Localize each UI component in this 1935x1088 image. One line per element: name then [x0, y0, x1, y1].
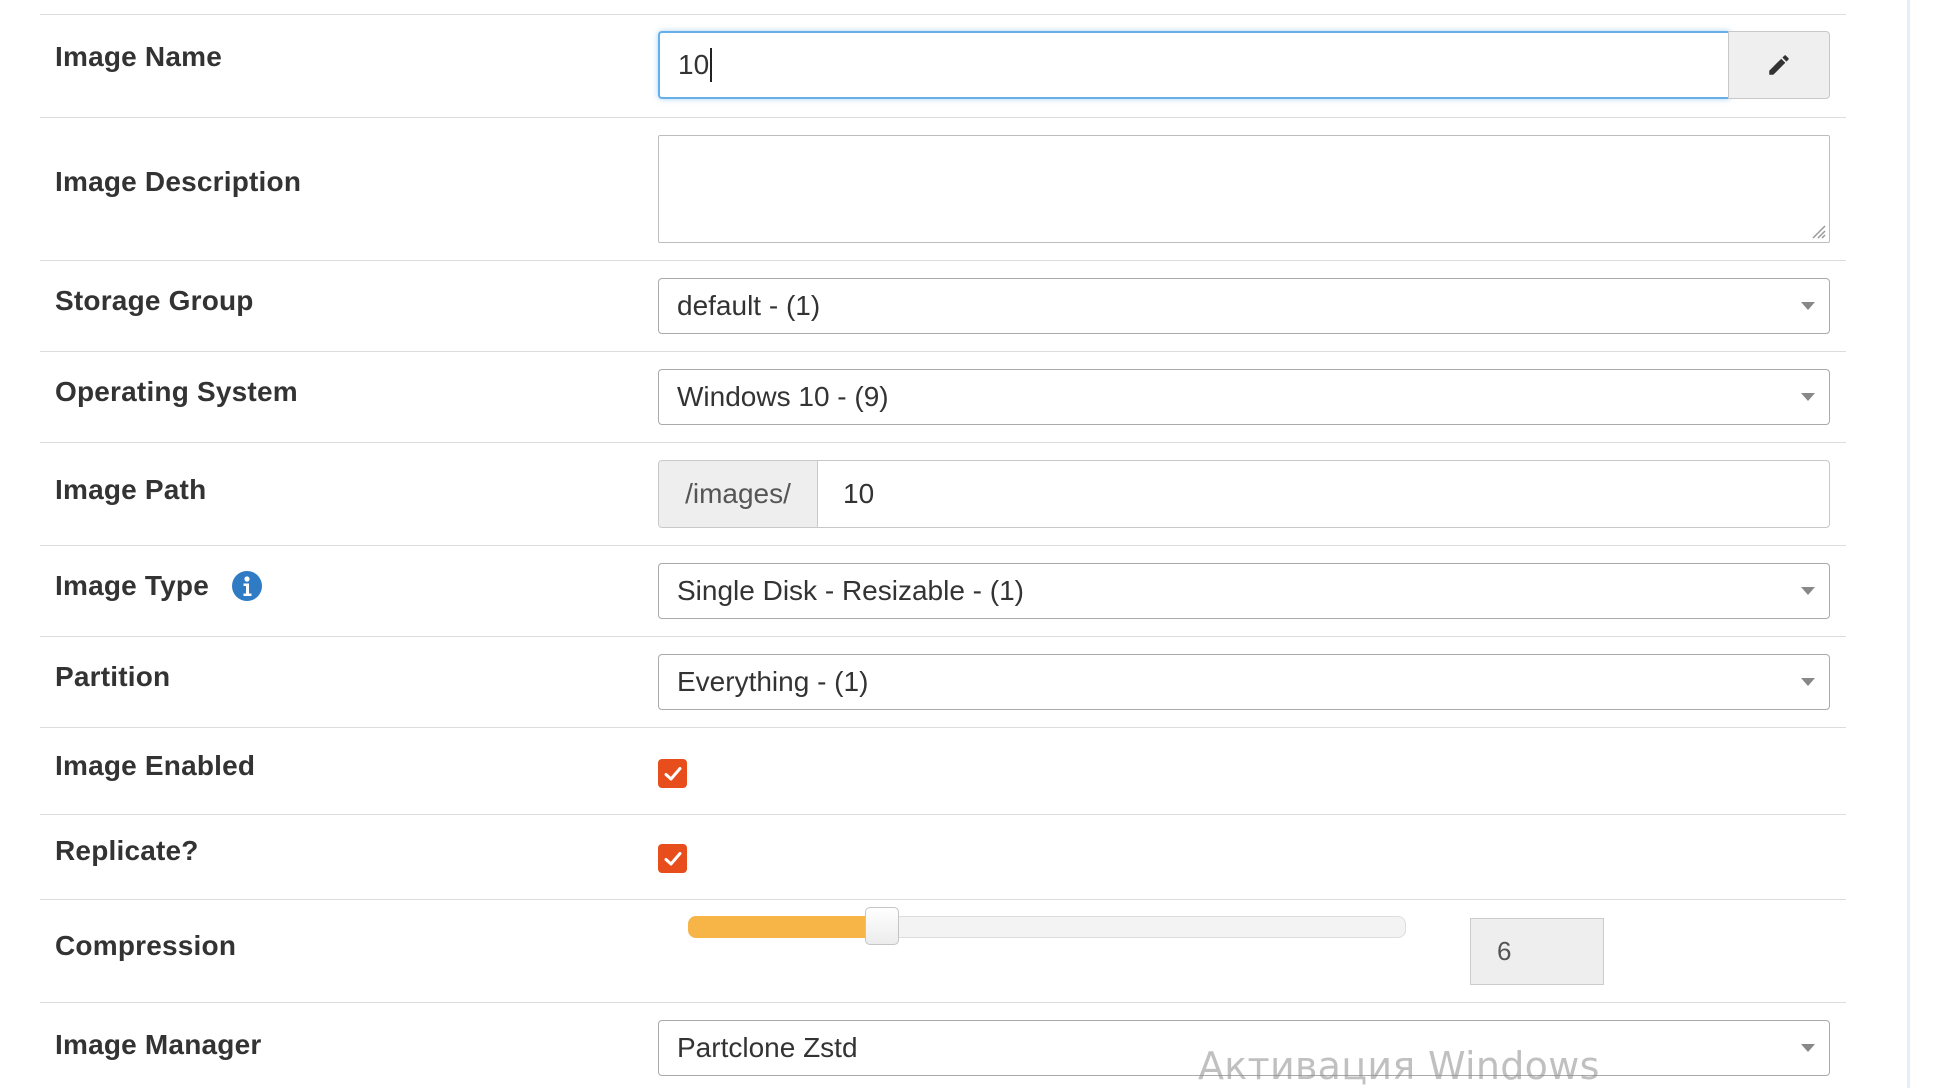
replicate-label: Replicate?: [55, 835, 199, 866]
image-name-value: 10: [678, 49, 710, 80]
image-path-group: /images/ 10: [658, 460, 1830, 528]
compression-slider-handle[interactable]: [865, 907, 899, 945]
image-name-group: 10: [658, 31, 1830, 99]
compression-slider-fill: [688, 916, 881, 938]
image-type-label-wrap: Image Type: [55, 570, 263, 602]
image-description-label: Image Description: [55, 166, 302, 197]
compression-value-field[interactable]: 6: [1470, 918, 1604, 985]
storage-group-label: Storage Group: [55, 285, 254, 316]
image-name-label: Image Name: [55, 41, 222, 72]
row-compression: Compression 6: [40, 900, 1846, 1003]
pencil-icon: [1769, 55, 1789, 75]
right-border: [1907, 0, 1910, 1088]
checkmark-icon: [664, 766, 681, 780]
operating-system-selected: Windows 10 - (9): [677, 381, 889, 412]
operating-system-select[interactable]: Windows 10 - (9): [658, 369, 1830, 425]
partition-label: Partition: [55, 661, 171, 692]
image-type-label: Image Type: [55, 570, 209, 601]
row-image-type: Image Type Single Disk - Resizable - (1): [40, 546, 1846, 637]
row-image-enabled: Image Enabled: [40, 728, 1846, 815]
dropdown-arrow-icon: [1801, 1044, 1815, 1052]
image-description-textarea[interactable]: [658, 135, 1830, 243]
partition-selected: Everything - (1): [677, 666, 869, 697]
resize-grip-icon[interactable]: [1808, 221, 1826, 239]
image-enabled-label: Image Enabled: [55, 750, 256, 781]
row-replicate: Replicate?: [40, 815, 1846, 900]
compression-slider[interactable]: [688, 907, 1406, 945]
row-operating-system: Operating System Windows 10 - (9): [40, 352, 1846, 443]
text-caret: [710, 48, 713, 82]
image-path-input[interactable]: 10: [818, 461, 1829, 527]
storage-group-select[interactable]: default - (1): [658, 278, 1830, 334]
checkmark-icon: [664, 851, 681, 865]
image-type-select[interactable]: Single Disk - Resizable - (1): [658, 563, 1830, 619]
dropdown-arrow-icon: [1801, 678, 1815, 686]
image-edit-form: Image Name 10 Image Description Storage …: [40, 14, 1846, 1088]
page: Image Name 10 Image Description Storage …: [0, 0, 1935, 1088]
replicate-checkbox[interactable]: [658, 844, 687, 873]
storage-group-selected: default - (1): [677, 290, 821, 321]
image-path-label: Image Path: [55, 474, 207, 505]
image-path-prefix: /images/: [659, 461, 818, 527]
row-image-path: Image Path /images/ 10: [40, 443, 1846, 546]
windows-activation-watermark: Активация Windows: [1198, 1044, 1600, 1088]
image-manager-label: Image Manager: [55, 1029, 262, 1060]
image-name-input[interactable]: 10: [658, 31, 1730, 99]
compression-label: Compression: [55, 930, 237, 961]
dropdown-arrow-icon: [1801, 587, 1815, 595]
edit-name-button[interactable]: [1728, 31, 1830, 99]
row-storage-group: Storage Group default - (1): [40, 261, 1846, 352]
partition-select[interactable]: Everything - (1): [658, 654, 1830, 710]
row-partition: Partition Everything - (1): [40, 637, 1846, 728]
info-circle-icon[interactable]: [231, 570, 263, 602]
row-image-name: Image Name 10: [40, 14, 1846, 118]
image-manager-selected: Partclone Zstd: [677, 1032, 858, 1063]
image-enabled-checkbox[interactable]: [658, 759, 687, 788]
operating-system-label: Operating System: [55, 376, 298, 407]
image-type-selected: Single Disk - Resizable - (1): [677, 575, 1024, 606]
row-image-description: Image Description: [40, 118, 1846, 261]
dropdown-arrow-icon: [1801, 302, 1815, 310]
dropdown-arrow-icon: [1801, 393, 1815, 401]
